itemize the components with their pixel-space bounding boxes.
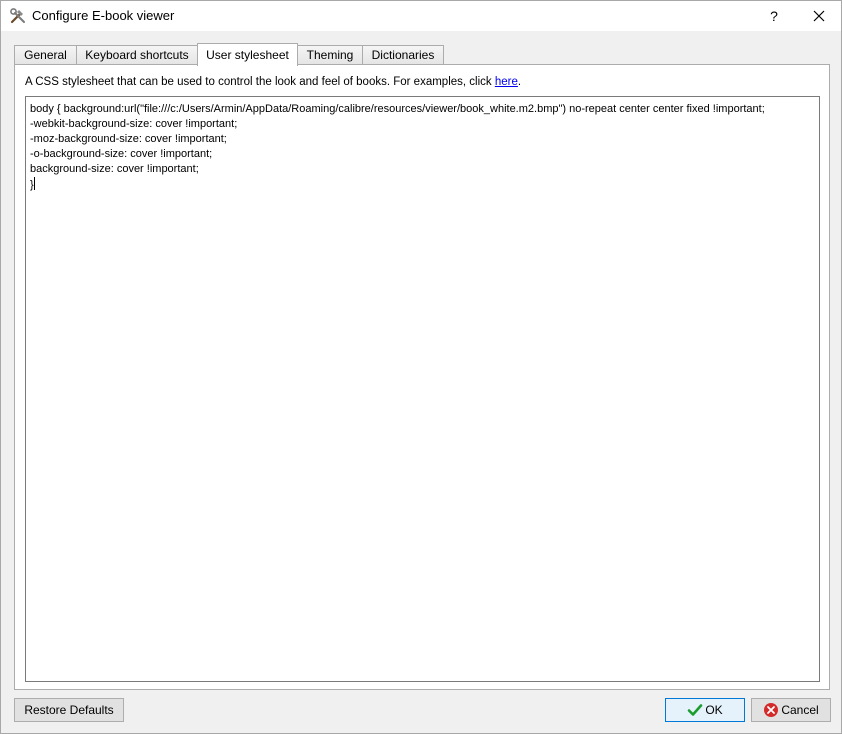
tab-general[interactable]: General [14,45,77,64]
tab-label: Theming [306,48,354,62]
examples-link[interactable]: here [495,76,518,88]
tab-label: Keyboard shortcuts [85,48,189,62]
cancel-button[interactable]: Cancel [751,698,831,722]
tools-icon [9,7,27,25]
description-end: . [517,76,522,88]
title-bar[interactable]: Configure E-book viewer ? [1,1,841,31]
text-cursor [33,177,35,190]
tab-label: User stylesheet [206,48,289,62]
user-stylesheet-panel: A CSS stylesheet that can be used to con… [14,64,830,690]
ok-button[interactable]: OK [665,698,745,722]
description-label: A CSS stylesheet that can be used to con… [25,76,495,88]
restore-defaults-button[interactable]: Restore Defaults [14,698,124,722]
checkmark-icon [687,702,703,725]
stylesheet-text: body { background:url("file:///c:/Users/… [30,103,765,191]
tab-dictionaries[interactable]: Dictionaries [362,45,444,64]
tab-label: Dictionaries [371,48,435,62]
tab-theming[interactable]: Theming [297,45,363,64]
help-button[interactable]: ? [763,5,785,27]
tab-label: General [24,48,67,62]
restore-defaults-label: Restore Defaults [24,703,114,717]
window-title: Configure E-book viewer [32,8,175,23]
tab-keyboard-shortcuts[interactable]: Keyboard shortcuts [76,45,198,64]
configure-dialog: Configure E-book viewer ? General Keyboa… [0,0,842,734]
ok-label: OK [705,703,723,717]
close-icon [813,10,825,22]
description-text: A CSS stylesheet that can be used to con… [25,76,521,88]
cancel-icon [763,702,779,725]
close-button[interactable] [805,4,833,28]
cancel-label: Cancel [781,703,819,717]
tab-user-stylesheet[interactable]: User stylesheet [197,43,298,66]
stylesheet-editor[interactable]: body { background:url("file:///c:/Users/… [25,96,820,682]
